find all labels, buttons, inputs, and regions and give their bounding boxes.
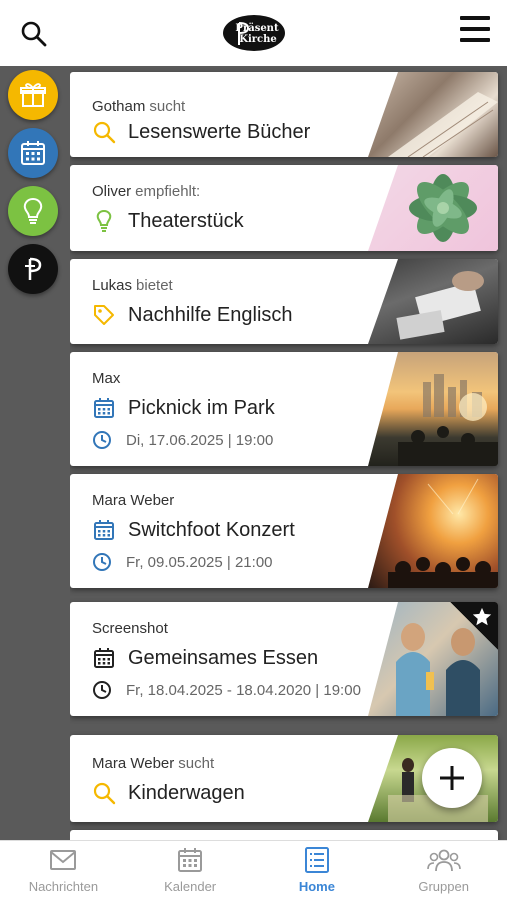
clock-icon bbox=[92, 552, 112, 572]
tag-icon bbox=[92, 303, 116, 327]
card-title: Theaterstück bbox=[128, 209, 244, 232]
calendar-icon bbox=[92, 646, 116, 670]
clock-icon bbox=[92, 430, 112, 450]
card-title: Kinderwagen bbox=[128, 781, 245, 804]
card-title: Lesenswerte Bücher bbox=[128, 120, 311, 143]
card-thumbnail bbox=[368, 165, 498, 251]
feed-card[interactable]: Max Picknick im Park Di, 17.06.2025 | 19… bbox=[70, 352, 498, 466]
card-thumbnail bbox=[368, 474, 498, 588]
card-author: Screenshot bbox=[92, 620, 168, 637]
side-rail bbox=[0, 66, 66, 840]
nav-gruppen[interactable]: Gruppen bbox=[380, 841, 507, 900]
card-date: Fr, 09.05.2025 | 21:00 bbox=[126, 553, 273, 571]
lightbulb-icon bbox=[92, 209, 116, 233]
envelope-icon bbox=[50, 850, 77, 870]
calendar-icon bbox=[178, 848, 203, 872]
card-author: Mara Weber bbox=[92, 492, 175, 509]
rail-calendar-button[interactable] bbox=[8, 128, 58, 178]
calendar-icon bbox=[21, 141, 45, 165]
rail-praesent-button[interactable] bbox=[8, 244, 58, 294]
rail-gift-button[interactable] bbox=[8, 70, 58, 120]
gift-icon bbox=[20, 83, 46, 107]
search-icon bbox=[92, 781, 116, 805]
card-title: Switchfoot Konzert bbox=[128, 518, 295, 541]
search-icon bbox=[92, 120, 116, 144]
card-author: Lukas bietet bbox=[92, 277, 173, 294]
praesent-logo-icon bbox=[25, 257, 42, 280]
app-header: Präsent Kirche bbox=[0, 0, 507, 66]
card-author: Gotham sucht bbox=[92, 98, 186, 115]
app-logo[interactable]: Präsent Kirche bbox=[222, 14, 286, 52]
menu-button[interactable] bbox=[458, 14, 492, 44]
plus-icon bbox=[440, 766, 464, 790]
nav-nachrichten[interactable]: Nachrichten bbox=[0, 841, 127, 900]
card-author: Mara Weber sucht bbox=[92, 755, 215, 772]
card-date: Di, 17.06.2025 | 19:00 bbox=[126, 431, 274, 449]
card-title: Gemeinsames Essen bbox=[128, 646, 319, 669]
logo-line2: Kirche bbox=[239, 34, 276, 45]
feed-card-starred[interactable]: Screenshot Gemeinsames Essen Fr, 18.04.2… bbox=[70, 602, 498, 716]
nav-label: Home bbox=[298, 879, 335, 894]
favorite-badge[interactable] bbox=[450, 602, 498, 650]
search-icon bbox=[21, 21, 47, 47]
lightbulb-icon bbox=[23, 197, 43, 224]
clock-icon bbox=[92, 680, 112, 700]
group-icon bbox=[426, 849, 461, 872]
feed-card[interactable]: Mara Weber Switchfoot Konzert Fr, 09.05.… bbox=[70, 474, 498, 588]
list-icon bbox=[304, 847, 329, 873]
card-thumbnail bbox=[368, 259, 498, 344]
card-author: Oliver empfiehlt: bbox=[92, 183, 201, 200]
rail-idea-button[interactable] bbox=[8, 186, 58, 236]
add-button[interactable] bbox=[422, 748, 482, 808]
card-date: Fr, 18.04.2025 - 18.04.2020 | 19:00 bbox=[126, 681, 361, 699]
calendar-icon bbox=[92, 518, 116, 542]
nav-label: Kalender bbox=[164, 879, 217, 894]
search-button[interactable] bbox=[18, 18, 50, 50]
card-thumbnail bbox=[368, 352, 498, 466]
star-icon bbox=[472, 607, 492, 626]
bottom-navigation: Nachrichten Kalender Home Gruppen bbox=[0, 840, 507, 900]
feed-card[interactable]: Oliver empfiehlt: Theaterstück bbox=[70, 165, 498, 251]
calendar-icon bbox=[92, 396, 116, 420]
feed-card[interactable] bbox=[70, 830, 498, 840]
nav-home[interactable]: Home bbox=[254, 841, 381, 900]
card-thumbnail bbox=[368, 72, 498, 157]
nav-kalender[interactable]: Kalender bbox=[127, 841, 254, 900]
card-author: Max bbox=[92, 370, 121, 387]
feed-list[interactable]: Gotham sucht Lesenswerte Bücher Oliver emp… bbox=[70, 66, 507, 840]
card-title: Nachhilfe Englisch bbox=[128, 303, 293, 326]
card-title: Picknick im Park bbox=[128, 396, 275, 419]
hamburger-icon bbox=[460, 16, 490, 42]
feed-card[interactable]: Gotham sucht Lesenswerte Bücher bbox=[70, 72, 498, 157]
nav-label: Gruppen bbox=[418, 879, 469, 894]
feed-card[interactable]: Lukas bietet Nachhilfe Englisch bbox=[70, 259, 498, 344]
nav-label: Nachrichten bbox=[28, 879, 99, 894]
